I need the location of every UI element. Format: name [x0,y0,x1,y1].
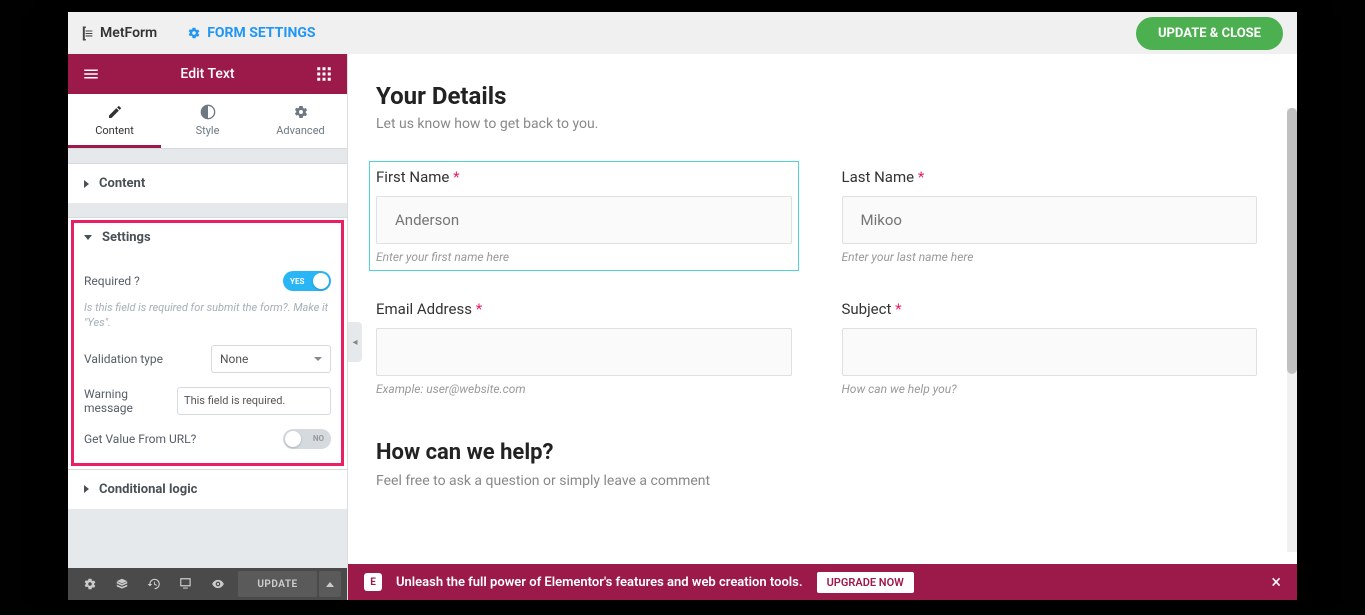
pencil-icon [107,104,123,120]
panel-header: Edit Text [68,54,347,94]
tab-content-label: Content [95,124,134,137]
control-required: Required ? YES [84,271,331,291]
elementor-badge-icon: E [364,573,382,591]
email-label: Email Address * [376,300,792,318]
caret-down-icon [84,235,92,240]
menu-icon[interactable] [82,65,100,83]
panel-tabs: Content Style Advanced [68,94,347,149]
section-content-label: Content [99,176,145,191]
control-warning: Warning message [84,387,331,415]
caret-right-icon [84,485,89,493]
field-subject[interactable]: Subject * How can we help you? [842,300,1258,396]
editor-panel: Edit Text Content Style Advanced [68,54,348,600]
subject-label: Subject * [842,300,1258,318]
scrollbar-thumb[interactable] [1287,108,1297,374]
upgrade-now-button[interactable]: UPGRADE NOW [817,572,914,593]
last-name-hint: Enter your last name here [842,250,1258,264]
field-email[interactable]: Email Address * Example: user@website.co… [376,300,792,396]
section-conditional: Conditional logic [68,469,347,509]
help-section-subtitle: Feel free to ask a question or simply le… [376,473,1257,501]
required-label: Required ? [84,274,140,288]
section-conditional-label: Conditional logic [99,482,197,497]
validation-value: None [220,352,248,366]
footer-settings-button[interactable] [74,568,106,600]
footer-preview-button[interactable] [202,568,234,600]
form-settings-link[interactable]: FORM SETTINGS [187,25,315,41]
footer-navigator-button[interactable] [106,568,138,600]
toggle-knob [285,431,301,447]
preview-column: Your Details Let us know how to get back… [348,54,1297,600]
control-geturl: Get Value From URL? NO [84,429,331,449]
field-last-name[interactable]: Last Name * Enter your last name here [842,168,1258,264]
caret-right-icon [84,180,89,188]
subject-input[interactable] [842,328,1258,376]
panel-title: Edit Text [180,66,234,82]
warning-input[interactable] [177,387,331,415]
last-name-input[interactable] [842,196,1258,244]
footer-responsive-button[interactable] [170,568,202,600]
email-input[interactable] [376,328,792,376]
chevron-down-icon [314,357,322,361]
footer-update-button[interactable]: UPDATE [238,571,317,597]
footer-history-button[interactable] [138,568,170,600]
validation-label: Validation type [84,352,163,366]
cog-icon [293,104,309,120]
first-name-input[interactable] [376,196,792,244]
form-subtitle: Let us know how to get back to you. [376,116,1257,132]
first-name-hint: Enter your first name here [376,250,792,264]
geturl-label: Get Value From URL? [84,432,196,446]
required-description: Is this field is required for submit the… [84,301,331,331]
control-validation: Validation type None [84,345,331,373]
toggle-knob [313,273,329,289]
tab-style-label: Style [196,124,220,137]
required-toggle[interactable]: YES [283,271,331,291]
section-settings: Settings Required ? YES Is this field is… [68,217,347,469]
update-close-button[interactable]: UPDATE & CLOSE [1136,17,1283,50]
modal-window: [≡ MetForm FORM SETTINGS UPDATE & CLOSE … [68,12,1297,600]
toggle-on-text: YES [290,277,304,286]
preview-scrollbar[interactable] [1287,108,1297,552]
caret-up-icon [326,582,334,587]
collapse-panel-handle[interactable]: ◂ [348,322,362,362]
tab-content[interactable]: Content [68,94,161,148]
section-settings-body: Required ? YES Is this field is required… [68,257,347,469]
help-section-title: How can we help? [376,440,1257,465]
section-settings-label: Settings [102,230,151,245]
tab-advanced[interactable]: Advanced [254,94,347,148]
email-hint: Example: user@website.com [376,382,792,396]
form-grid: First Name * Enter your first name here … [376,168,1257,501]
section-content-header[interactable]: Content [68,164,347,203]
form-preview: Your Details Let us know how to get back… [348,54,1297,564]
form-title: Your Details [376,82,1257,110]
field-first-name[interactable]: First Name * Enter your first name here [372,164,796,268]
section-content: Content [68,163,347,203]
warning-label: Warning message [84,387,167,415]
section-settings-header[interactable]: Settings [68,218,347,257]
tab-advanced-label: Advanced [276,124,324,137]
promo-text: Unleash the full power of Elementor's fe… [396,575,803,590]
form-settings-label: FORM SETTINGS [207,25,315,41]
geturl-toggle[interactable]: NO [283,429,331,449]
tab-style[interactable]: Style [161,94,254,148]
footer-update-options-button[interactable] [319,571,341,597]
body: Edit Text Content Style Advanced [68,54,1297,600]
promo-close-icon[interactable]: × [1271,572,1281,593]
section-conditional-header[interactable]: Conditional logic [68,470,347,509]
contrast-icon [200,104,216,120]
widgets-grid-icon[interactable] [315,65,333,83]
top-bar: [≡ MetForm FORM SETTINGS UPDATE & CLOSE [68,12,1297,54]
brand: [≡ MetForm [82,25,157,42]
panel-footer: UPDATE [68,568,347,600]
last-name-label: Last Name * [842,168,1258,186]
metform-logo-icon: [≡ [82,25,92,42]
first-name-label: First Name * [376,168,792,186]
promo-bar: E Unleash the full power of Elementor's … [348,564,1297,600]
brand-text: MetForm [100,25,157,41]
gear-icon [187,26,201,40]
validation-select[interactable]: None [211,345,331,373]
toggle-off-text: NO [313,434,324,443]
subject-hint: How can we help you? [842,382,1258,396]
